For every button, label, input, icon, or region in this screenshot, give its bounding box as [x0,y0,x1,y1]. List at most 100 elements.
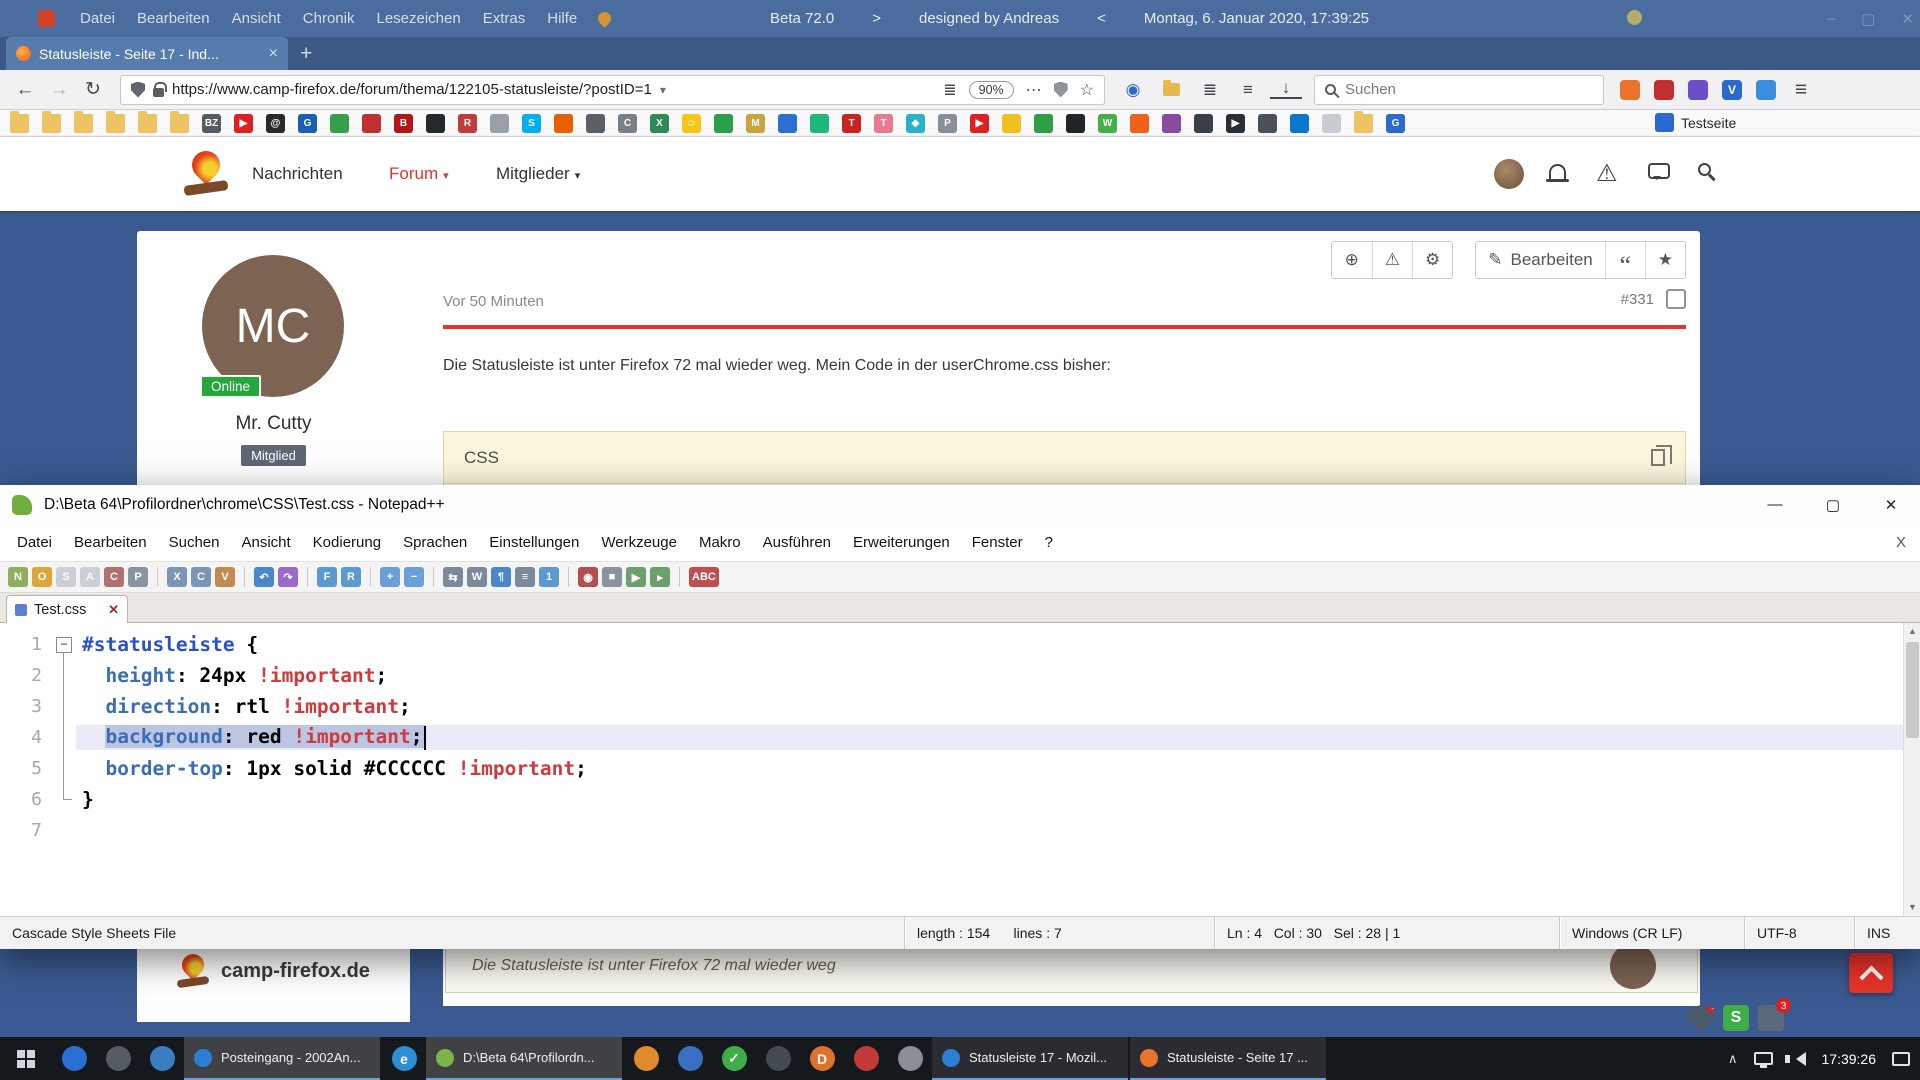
bookmarks-folder-icon[interactable] [1163,83,1180,96]
back-button[interactable]: ← [8,79,42,101]
bookmark-favicon[interactable]: ▶ [1226,114,1245,133]
notifications-bell-icon[interactable] [1549,164,1566,179]
menubar-item-bearbeiten[interactable]: Bearbeiten [126,10,221,27]
reader-view-icon[interactable]: ≣ [943,80,956,100]
menubar-item-ansicht[interactable]: Ansicht [221,10,292,27]
conversations-chat-icon[interactable] [1648,163,1670,179]
permissions-shield-icon[interactable] [1054,82,1068,98]
post-timestamp[interactable]: Vor 50 Minuten [443,293,544,310]
bookmark-favicon[interactable] [1002,114,1021,133]
notepad-menu-makro[interactable]: Makro [688,534,752,551]
tracking-shield-icon[interactable] [131,82,145,98]
bookmark-favicon[interactable]: S [522,114,541,133]
bookmark-favicon[interactable]: T [874,114,893,133]
bookmark-folder-icon[interactable] [170,114,189,133]
taskbar-browser-ball-icon[interactable] [52,1037,96,1080]
url-bar[interactable]: https://www.camp-firefox.de/forum/thema/… [120,75,1105,105]
doc-map-icon[interactable]: 1 [539,567,559,587]
spellcheck-icon[interactable]: ABC [689,567,719,587]
bookmark-favicon[interactable] [1066,114,1085,133]
bookmark-folder-icon[interactable] [138,114,157,133]
notepad-menu-sprachen[interactable]: Sprachen [392,534,478,551]
search-bar[interactable]: Suchen [1314,75,1604,105]
taskbar-notepad-window[interactable]: D:\Beta 64\Profilordn... [426,1037,622,1080]
scroll-to-top-button[interactable] [1849,953,1893,993]
forum-nav-forum[interactable]: Forum▾ [389,137,449,211]
zoom-out-icon[interactable]: − [404,567,424,587]
notepad-minimize-icon[interactable]: — [1746,485,1804,524]
show-all-chars-icon[interactable]: ¶ [491,567,511,587]
taskbar-globe-icon[interactable] [140,1037,184,1080]
status-insert-mode[interactable]: INS [1854,917,1920,949]
taskbar-tool3-icon[interactable] [756,1037,800,1080]
bookmark-testseite[interactable]: Testseite [1655,113,1736,132]
like-star-button[interactable]: ★ [1645,242,1685,278]
bookmark-favicon[interactable]: C [618,114,637,133]
close-icon[interactable]: ✕ [1901,10,1914,28]
taskbar-folder-icon[interactable] [888,1037,932,1080]
bookmark-favicon[interactable] [330,114,349,133]
save-icon[interactable]: S [56,567,76,587]
site-logo-icon[interactable] [184,149,230,199]
notepad-menu-bearbeiten[interactable]: Bearbeiten [63,534,158,551]
taskbar-statusleiste-seite-window[interactable]: Statusleiste - Seite 17 ... [1130,1037,1326,1080]
editor-line-6[interactable]: 6} [0,784,1903,815]
new-tab-button[interactable]: + [288,42,324,70]
user-avatar[interactable] [1494,159,1524,189]
fold-margin[interactable] [52,629,76,660]
post-web-globe-icon[interactable]: ⊕ [1332,242,1372,278]
notepad-menu-suchen[interactable]: Suchen [158,534,231,551]
bookmark-favicon[interactable] [1130,114,1149,133]
bookmark-favicon[interactable] [586,114,605,133]
save-all-icon[interactable]: A [80,567,100,587]
download-icon[interactable]: ↓ [1270,80,1302,99]
minimize-icon[interactable]: – [1827,10,1835,27]
menubar-item-extras[interactable]: Extras [472,10,537,27]
hamburger-menu-icon[interactable]: ≡ [1784,78,1818,102]
bookmark-folder-icon[interactable] [74,114,93,133]
bookmark-folder-icon[interactable] [106,114,125,133]
taskbar-dark-ball-icon[interactable] [96,1037,140,1080]
word-wrap-icon[interactable]: W [467,567,487,587]
bookmark-folder-icon[interactable] [10,114,29,133]
cut-icon[interactable]: X [167,567,187,587]
taskbar-statusleiste17-window[interactable]: Statusleiste 17 - Mozil... [932,1037,1128,1080]
record-macro-icon[interactable]: ◉ [578,567,598,587]
bookmark-favicon[interactable]: P [938,114,957,133]
bookmark-favicon[interactable]: ▶ [234,114,253,133]
undo-icon[interactable]: ↶ [254,567,274,587]
bookmark-favicon[interactable] [1162,114,1181,133]
find-icon[interactable]: F [317,567,337,587]
notepad-window-controls[interactable]: —▢✕ [1746,485,1920,524]
bookmark-favicon[interactable]: G [298,114,317,133]
bookmark-favicon[interactable] [1290,114,1309,133]
notepad-titlebar[interactable]: D:\Beta 64\Profilordner\chrome\CSS\Test.… [0,485,1920,524]
taskbar-thunderbird-window[interactable]: Posteingang - 2002An... [184,1037,380,1080]
notepad-menu-ansicht[interactable]: Ansicht [230,534,301,551]
taskbar-dvbviewer-icon[interactable]: D [800,1037,844,1080]
post-report-warning-icon[interactable]: ⚠ [1372,242,1412,278]
bookmark-favicon[interactable]: BZ [202,114,221,133]
bookmark-favicon[interactable]: ▶ [970,114,989,133]
overlay-shield-icon[interactable]: 5 [1688,1005,1714,1031]
reading-list-icon[interactable]: ≣ [1194,80,1226,100]
taskbar-tool1-icon[interactable] [624,1037,668,1080]
menubar-item-datei[interactable]: Datei [69,10,126,27]
bookmark-favicon[interactable]: X [650,114,669,133]
bookmark-favicon[interactable] [778,114,797,133]
reload-button[interactable]: ↻ [76,78,110,101]
extension-v-icon[interactable]: V [1722,80,1742,100]
editor-line-7[interactable]: 7 [0,815,1903,846]
notepad-menu-ausfhren[interactable]: Ausführen [752,534,842,551]
editor-scrollbar[interactable]: ▲ ▼ [1903,623,1920,916]
tray-expand-icon[interactable]: ∧ [1728,1051,1738,1067]
scroll-up-icon[interactable]: ▲ [1904,623,1920,640]
zoom-in-icon[interactable]: + [380,567,400,587]
notepad-menu-einstellungen[interactable]: Einstellungen [478,534,590,551]
notepad-menu-kodierung[interactable]: Kodierung [302,534,392,551]
menubar-item-lesezeichen[interactable]: Lesezeichen [365,10,471,27]
network-icon[interactable] [1754,1052,1773,1065]
bookmark-favicon[interactable]: R [458,114,477,133]
notepad-menu-werkzeuge[interactable]: Werkzeuge [590,534,688,551]
print-icon[interactable]: P [128,567,148,587]
